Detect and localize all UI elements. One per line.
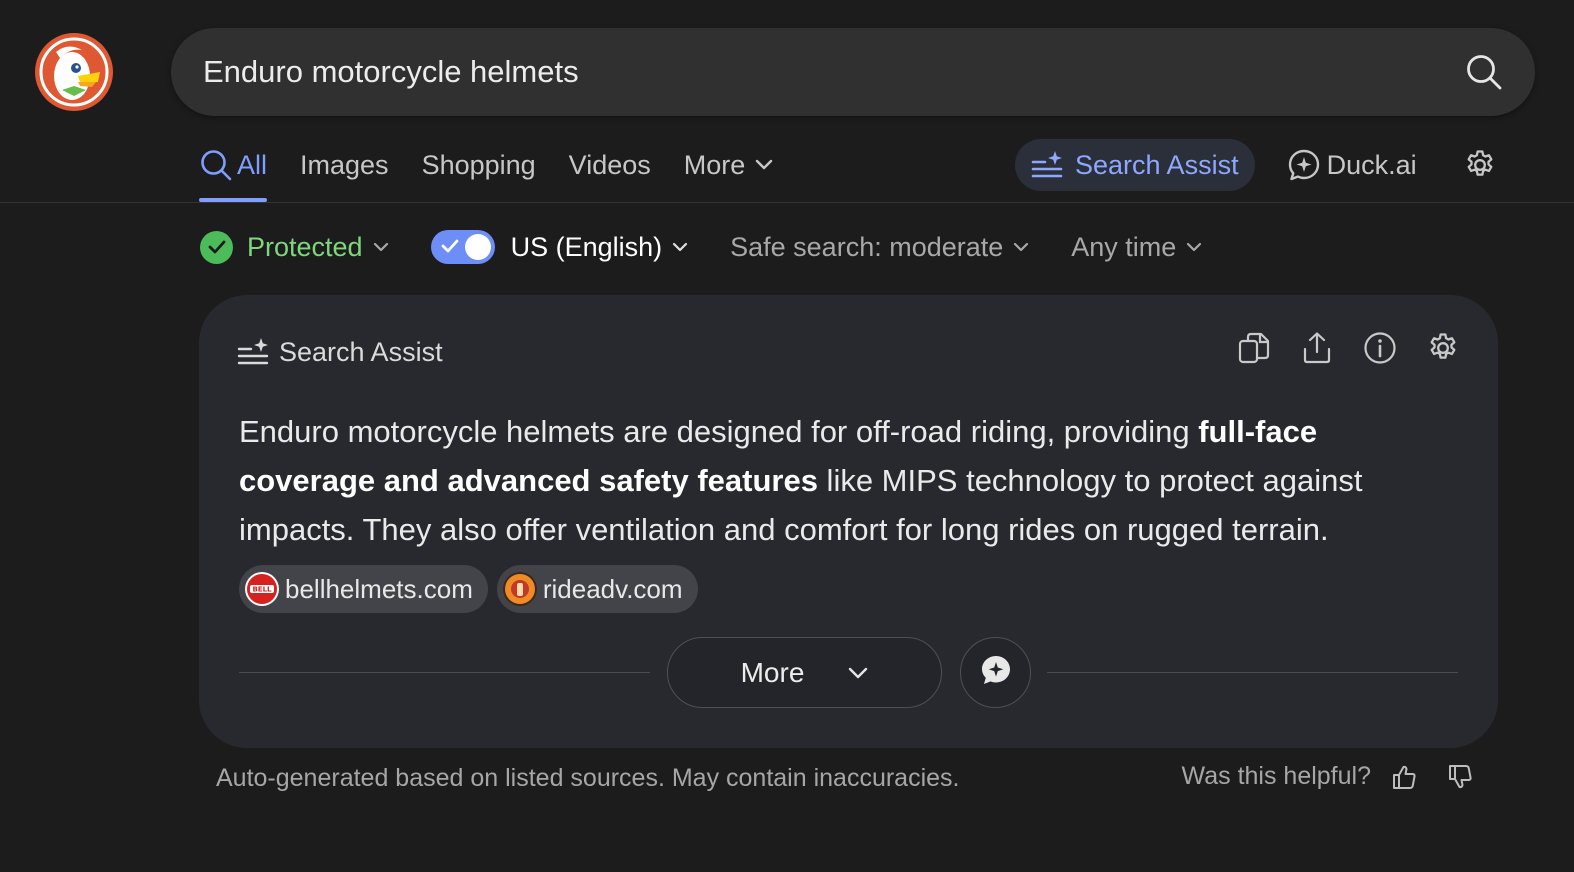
bell-favicon-text: BELL <box>252 586 272 594</box>
toggle-knob <box>464 234 491 260</box>
tab-shopping[interactable]: Shopping <box>422 140 536 190</box>
source-chip-rideadv[interactable]: rideadv.com <box>496 565 698 613</box>
chat-button[interactable] <box>960 637 1031 708</box>
chevron-down-icon <box>1013 242 1029 252</box>
feedback-row: Was this helpful? <box>1182 762 1473 791</box>
protected-label: Protected <box>247 231 363 262</box>
helpful-label: Was this helpful? <box>1181 762 1371 790</box>
tab-label: Images <box>300 149 389 180</box>
duck-ai-chat-icon <box>1287 148 1321 182</box>
more-button[interactable]: More <box>667 637 942 708</box>
filter-row: Protected US (English) Safe search: mode… <box>200 226 1244 268</box>
header-divider <box>0 202 1574 203</box>
search-assist-label: Search Assist <box>1075 149 1239 180</box>
search-assist-icon <box>237 337 271 367</box>
duckduckgo-logo[interactable] <box>34 32 114 112</box>
tab-label: More <box>683 149 746 180</box>
tab-label: Videos <box>568 149 651 180</box>
search-assist-icon <box>1031 150 1065 180</box>
safe-search-filter[interactable]: Safe search: moderate <box>730 232 1029 263</box>
region-filter[interactable]: US (English) <box>430 230 689 264</box>
chevron-down-icon <box>672 242 688 252</box>
source-label: bellhelmets.com <box>285 573 473 604</box>
thumbs-up-icon[interactable] <box>1391 764 1417 790</box>
duck-ai-label: Duck.ai <box>1326 149 1417 180</box>
card-header: Search Assist <box>237 335 443 369</box>
copy-icon[interactable] <box>1237 331 1271 365</box>
tab-label: All <box>237 149 268 180</box>
card-title: Search Assist <box>279 336 443 367</box>
bell-favicon-icon: BELL <box>245 572 279 606</box>
disclaimer-text: Auto-generated based on listed sources. … <box>216 764 960 792</box>
search-tabs: All Images Shopping Videos More <box>199 140 806 202</box>
share-icon[interactable] <box>1300 331 1334 365</box>
more-label: More <box>740 656 805 688</box>
chevron-down-icon <box>373 242 389 252</box>
region-toggle[interactable] <box>430 230 495 264</box>
gear-icon[interactable] <box>1426 331 1460 365</box>
search-bar[interactable]: Enduro motorcycle helmets <box>171 28 1535 116</box>
search-input[interactable]: Enduro motorcycle helmets <box>203 54 1465 90</box>
search-assist-button[interactable]: Search Assist <box>1015 139 1255 191</box>
check-icon <box>441 238 459 254</box>
rideadv-favicon-icon <box>502 572 537 606</box>
safe-search-label: Safe search: moderate <box>730 231 1004 262</box>
tab-all[interactable]: All <box>199 140 268 202</box>
source-chip-bellhelmets[interactable]: BELL bellhelmets.com <box>239 565 488 613</box>
thumbs-down-icon[interactable] <box>1447 764 1473 790</box>
tab-images[interactable]: Images <box>300 140 389 190</box>
time-label: Any time <box>1071 231 1177 262</box>
settings-gear-icon[interactable] <box>1463 148 1497 182</box>
divider-line <box>1047 672 1458 673</box>
right-nav: Search Assist Duck.ai <box>1015 139 1497 191</box>
info-icon[interactable] <box>1363 331 1397 365</box>
chat-sparkle-icon <box>980 654 1012 691</box>
search-icon <box>199 148 233 182</box>
assist-answer: Enduro motorcycle helmets are designed f… <box>239 407 1439 554</box>
card-actions <box>1208 331 1460 365</box>
search-icon[interactable] <box>1465 53 1503 91</box>
duck-ai-link[interactable]: Duck.ai <box>1287 148 1417 182</box>
answer-text: Enduro motorcycle helmets are designed f… <box>239 414 1199 449</box>
source-label: rideadv.com <box>542 573 683 604</box>
search-assist-card: Search Assist Enduro motorcycle helmets … <box>199 295 1498 748</box>
check-icon <box>200 230 233 264</box>
divider-line <box>239 672 650 673</box>
tab-videos[interactable]: Videos <box>569 140 651 190</box>
search-results-page: Enduro motorcycle helmets All Images Sho… <box>0 0 1574 872</box>
chevron-down-icon <box>1186 242 1202 252</box>
chevron-down-icon <box>848 667 868 679</box>
protected-filter[interactable]: Protected <box>200 230 389 264</box>
region-label: US (English) <box>510 231 663 262</box>
tab-label: Shopping <box>421 149 536 180</box>
time-filter[interactable]: Any time <box>1071 232 1202 263</box>
tab-more[interactable]: More <box>684 140 774 190</box>
chevron-down-icon <box>755 159 773 171</box>
source-list: BELL bellhelmets.com rideadv.com <box>239 565 707 613</box>
